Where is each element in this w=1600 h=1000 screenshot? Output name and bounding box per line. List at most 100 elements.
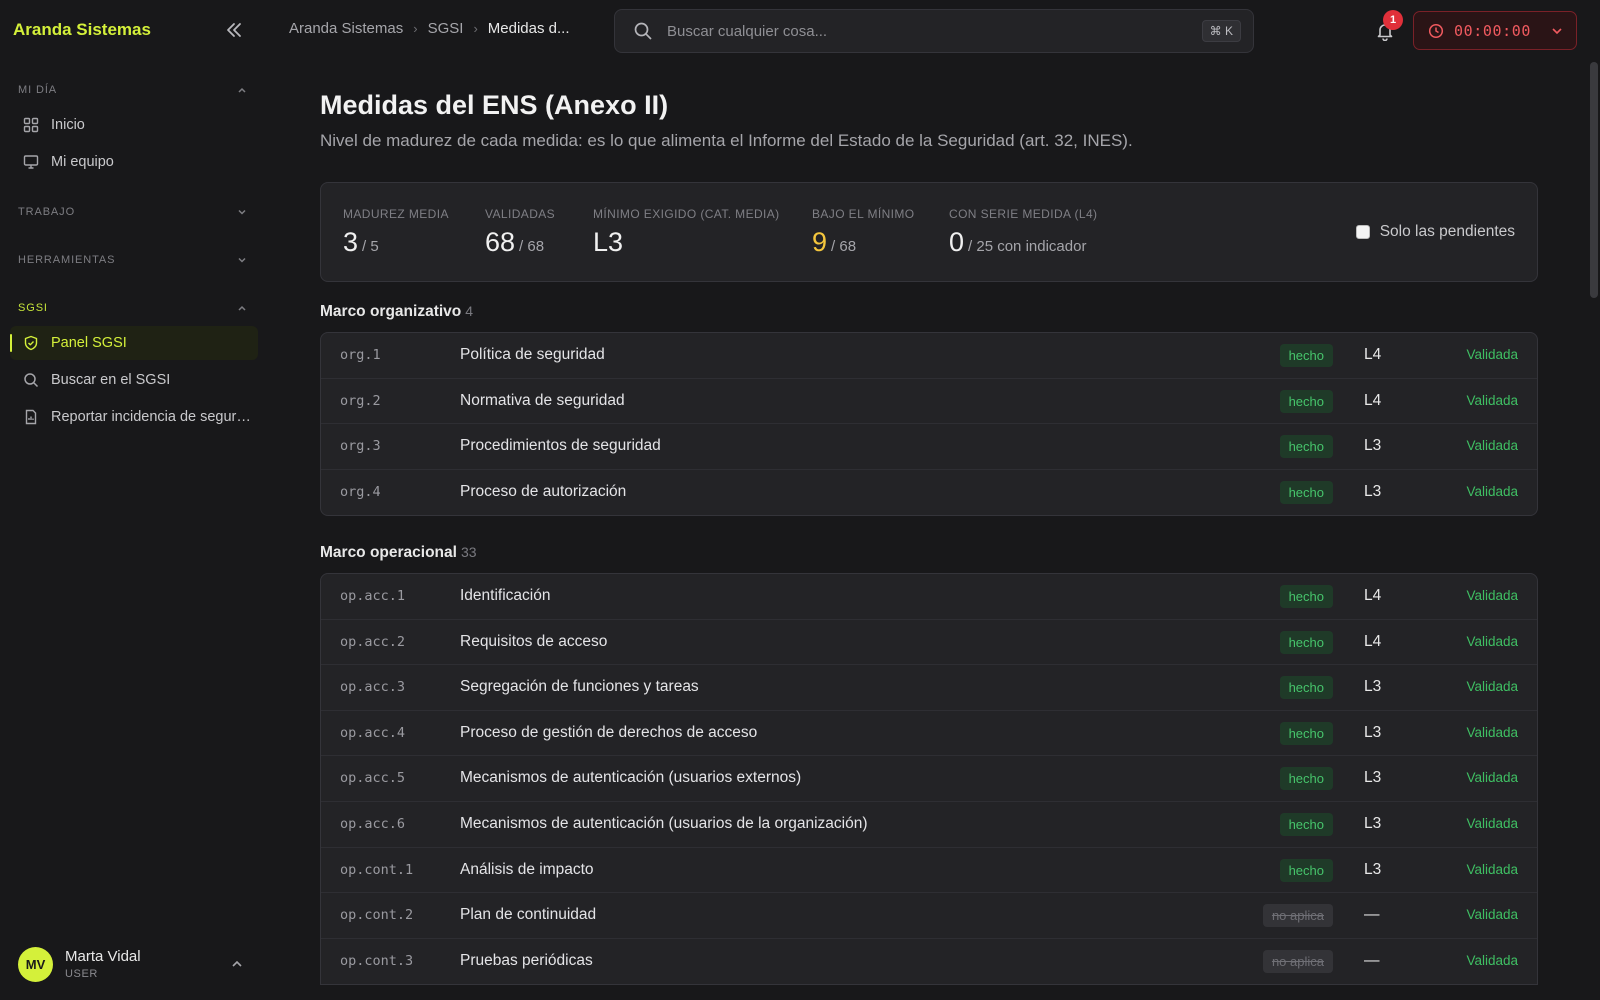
stat-value: 3/ 5 [343,227,379,257]
breadcrumb-item-sgsi[interactable]: SGSI [428,20,464,37]
sidebar-item-buscar-sgsi[interactable]: Buscar en el SGSI [10,363,258,397]
stats-panel: MADUREZ MEDIA 3/ 5 VALIDADAS 68/ 68 MÍNI… [320,182,1538,282]
checkbox-label: Solo las pendientes [1379,223,1515,240]
status-badge: no aplica [1262,949,1333,973]
status-badge: hecho [1279,585,1333,608]
measure-name: Identificación [460,587,551,604]
table-row[interactable]: op.acc.3 Segregación de funciones y tarea… [321,665,1537,711]
validation-status: Validada [1466,588,1518,603]
timer-button[interactable]: 00:00:00 [1413,11,1577,50]
measure-code: org.2 [340,392,381,409]
validation-status: Validada [1466,724,1518,740]
validation-status: Validada [1466,907,1518,923]
status-badge: hecho [1279,480,1333,504]
section-herramientas[interactable]: HERRAMIENTAS [18,254,248,266]
user-menu[interactable]: MV Marta Vidal USER [18,944,248,984]
table-row[interactable]: op.cont.2 Plan de continuidad no aplica — Va… [321,893,1537,939]
table-row[interactable]: org.1 Política de seguridad hecho L4 Validad… [321,333,1537,379]
measure-name: Pruebas periódicas [460,951,593,969]
stat-value: 0/ 25 con indicador [949,227,1087,257]
table-row[interactable]: op.acc.6 Mecanismos de autenticación (usu… [321,802,1537,848]
table-row[interactable]: op.acc.4 Proceso de gestión de derechos d… [321,711,1537,757]
measure-code: op.cont.3 [340,952,414,969]
maturity-level: L3 [1364,437,1382,455]
status-badge: hecho [1279,858,1333,882]
sidebar-item-label: Buscar en el SGSI [51,372,171,388]
chevron-down-icon [238,209,246,215]
stat-bajo-minimo: BAJO EL MÍNIMO 9/ 68 [812,207,915,258]
chevron-down-icon [238,257,246,263]
shield-check-icon [24,335,38,351]
table-row[interactable]: op.cont.3 Pruebas periódicas no aplica — Val… [321,939,1537,985]
sidebar-item-mi-equipo[interactable]: Mi equipo [10,145,258,179]
measure-code: op.acc.1 [340,588,406,604]
table-row[interactable]: op.acc.2 Requisitos de acceso hecho L4 Valid… [321,620,1537,666]
stat-serie-medida: CON SERIE MEDIDA (L4) 0/ 25 con indicado… [949,207,1097,258]
measure-code: op.cont.2 [340,907,414,924]
status-badge: hecho [1279,344,1333,367]
measures-table-op: op.acc.1 Identificación hecho L4 Validada op.… [320,573,1538,986]
stat-value: L3 [593,227,624,257]
sidebar-item-label: Inicio [51,117,85,133]
brand-name[interactable]: Aranda Sistemas [13,20,151,40]
status-badge: hecho [1279,812,1333,836]
page-scrollbar[interactable] [1590,62,1598,298]
section-trabajo[interactable]: TRABAJO [18,206,248,218]
group-title-org: Marco organizativo 4 [320,303,474,320]
validation-status: Validada [1466,347,1518,362]
breadcrumb-item-home[interactable]: Aranda Sistemas [289,20,403,37]
chevron-up-icon [238,87,246,93]
validation-status: Validada [1466,861,1518,877]
maturity-level: L4 [1364,587,1382,604]
maturity-level: L4 [1364,391,1382,409]
measure-name: Segregación de funciones y tareas [460,678,699,696]
maturity-level: L3 [1364,860,1382,878]
measure-name: Procedimientos de seguridad [460,437,661,455]
stat-madurez-media: MADUREZ MEDIA 3/ 5 [343,207,449,258]
table-row[interactable]: org.2 Normativa de seguridad hecho L4 Valida… [321,379,1537,425]
table-row[interactable]: op.acc.1 Identificación hecho L4 Validada [321,574,1537,620]
maturity-level: — [1364,906,1380,924]
table-row[interactable]: org.3 Procedimientos de seguridad hecho L3 V… [321,424,1537,470]
measure-name: Proceso de autorización [460,482,627,500]
chevron-down-icon [1552,27,1562,34]
sidebar-item-panel-sgsi[interactable]: Panel SGSI [10,326,258,360]
measure-name: Mecanismos de autenticación (usuarios de… [460,814,868,832]
search-input[interactable]: Buscar cualquier cosa... ⌘ K [614,9,1254,53]
measure-code: org.1 [340,347,381,363]
validation-status: Validada [1466,633,1518,649]
status-badge: hecho [1279,721,1333,745]
measure-name: Plan de continuidad [460,906,597,924]
table-row[interactable]: org.4 Proceso de autorización hecho L3 Valid… [321,470,1537,516]
section-mi-dia[interactable]: MI DÍA [18,84,248,96]
validation-status: Validada [1466,952,1518,968]
maturity-level: L3 [1364,814,1382,832]
stat-label: CON SERIE MEDIDA (L4) [949,207,1098,221]
status-badge: hecho [1279,676,1333,700]
breadcrumb-item-current: Medidas d... [487,20,570,37]
validation-status: Validada [1466,815,1518,831]
maturity-level: L3 [1364,769,1382,787]
measure-name: Requisitos de acceso [460,632,608,650]
table-row[interactable]: op.acc.5 Mecanismos de autenticación (usu… [321,756,1537,802]
measure-code: op.acc.4 [340,724,406,741]
measure-code: op.acc.5 [340,770,406,787]
group-title-op: Marco operacional 33 [320,544,477,561]
page-title: Medidas del ENS (Anexo II) [320,90,669,120]
chevron-up-icon [232,960,242,967]
sidebar-item-label: Reportar incidencia de seguri... [51,409,251,425]
table-row[interactable]: op.cont.1 Análisis de impacto hecho L3 Valid… [321,848,1537,894]
maturity-level: L3 [1364,482,1382,500]
collapse-sidebar-button[interactable] [222,18,246,42]
measure-code: op.acc.6 [340,815,406,832]
stat-value: 9/ 68 [812,227,857,257]
sidebar-item-reportar-incidencia[interactable]: Reportar incidencia de seguri... [10,400,258,434]
checkbox-box[interactable] [1355,225,1370,239]
sidebar-item-inicio[interactable]: Inicio [10,108,258,142]
validation-status: Validada [1466,438,1518,454]
chevron-right-icon: › [473,21,478,36]
file-report-icon [25,409,37,425]
pending-only-checkbox[interactable]: Solo las pendientes [1355,223,1515,241]
maturity-level: — [1364,951,1380,969]
section-sgsi[interactable]: SGSI [18,302,248,314]
